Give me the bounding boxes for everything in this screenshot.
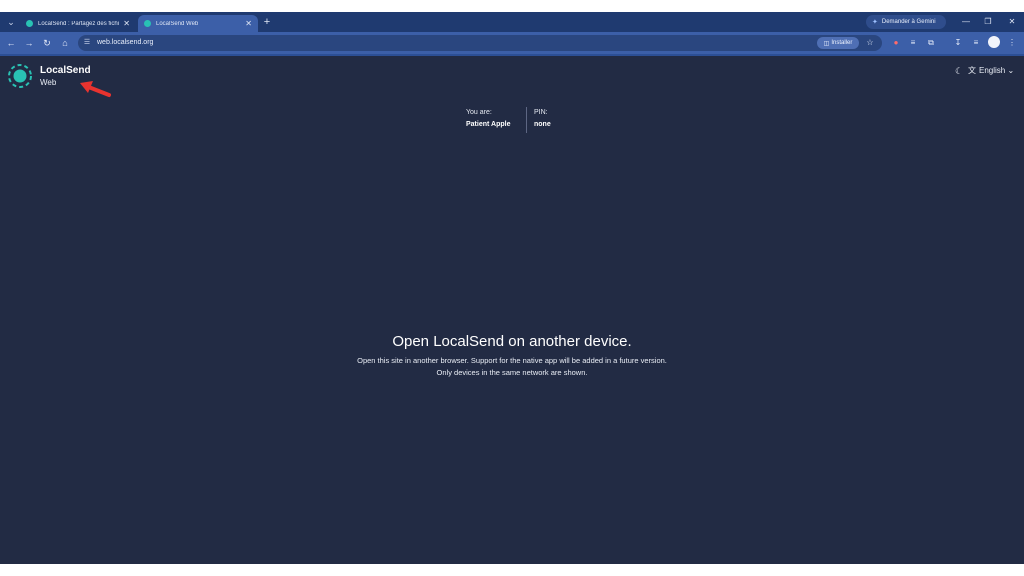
red-annotation-arrow-icon [80,81,111,97]
ask-gemini-label: Demander à Gemini [881,19,936,25]
reload-icon[interactable]: ↻ [40,36,54,50]
restore-icon[interactable]: ❐ [978,15,998,29]
localsend-logo-icon [8,64,32,88]
tab-title: LocalSend Web [156,20,199,27]
minimize-icon[interactable]: — [956,15,976,29]
brand-title: LocalSend [40,65,91,76]
extension-red-icon[interactable]: ● [889,36,903,50]
ask-gemini-button[interactable]: ✦ Demander à Gemini [866,15,946,29]
localsend-favicon-icon [144,20,151,27]
device-name: Patient Apple [466,121,511,128]
profile-avatar[interactable] [988,36,1000,48]
translate-icon: 文 [968,66,976,75]
reading-list-icon[interactable]: ≡ [969,36,983,50]
empty-state-network-note: Only devices in the same network are sho… [436,368,588,377]
extensions-puzzle-icon[interactable]: ⧉ [924,36,938,50]
bookmark-star-icon[interactable]: ☆ [864,37,876,49]
browser-toolbar: ← → ↻ ⌂ ☰ web.localsend.org ◫ Installer … [0,32,1024,54]
close-icon[interactable]: ✕ [1002,15,1022,29]
gemini-sparkle-icon: ✦ [872,19,878,26]
tab-search-chevron-icon[interactable]: ⌄ [4,15,18,29]
url-text: web.localsend.org [97,39,154,46]
language-label: English [979,66,1006,75]
localsend-web-page: LocalSend Web ☾ 文 English ⌄ You are: Pati… [0,56,1024,564]
close-tab-icon[interactable]: ✕ [123,19,130,28]
tab-localsend-site[interactable]: LocalSend : Partagez des fichier ✕ [20,15,136,32]
tab-strip: ⌄ LocalSend : Partagez des fichier ✕ Loc… [0,12,1024,32]
brand-subtitle: Web [40,78,57,87]
language-selector[interactable]: 文 English ⌄ [968,65,1014,77]
forward-arrow-icon[interactable]: → [22,36,36,50]
you-are-label: You are: [466,109,492,116]
site-info-icon[interactable]: ☰ [82,38,92,48]
empty-state-headline: Open LocalSend on another device. [392,333,632,350]
browser-window: ⌄ LocalSend : Partagez des fichier ✕ Loc… [0,12,1024,564]
menu-dots-icon[interactable]: ⋮ [1005,36,1019,50]
address-bar[interactable]: ☰ web.localsend.org ◫ Installer ☆ [78,35,882,51]
install-label: Installer [831,40,853,46]
pin-label: PIN: [534,109,548,116]
info-divider [526,107,527,133]
home-icon[interactable]: ⌂ [58,36,72,50]
chevron-down-icon: ⌄ [1005,66,1015,75]
install-app-button[interactable]: ◫ Installer [817,37,859,49]
localsend-favicon-icon [26,20,33,27]
empty-state-text: Open this site in another browser. Suppo… [357,356,667,365]
pin-value: none [534,121,551,128]
extension-icon[interactable]: ≡ [906,36,920,50]
close-tab-icon[interactable]: ✕ [245,19,252,28]
theme-toggle-moon-icon[interactable]: ☾ [955,65,965,77]
plus-icon[interactable]: + [260,15,274,29]
install-icon: ◫ [823,40,830,47]
back-arrow-icon[interactable]: ← [4,36,18,50]
tab-title: LocalSend : Partagez des fichier [38,20,120,27]
tab-localsend-web[interactable]: LocalSend Web ✕ [138,15,258,32]
download-icon[interactable]: ↧ [951,36,965,50]
